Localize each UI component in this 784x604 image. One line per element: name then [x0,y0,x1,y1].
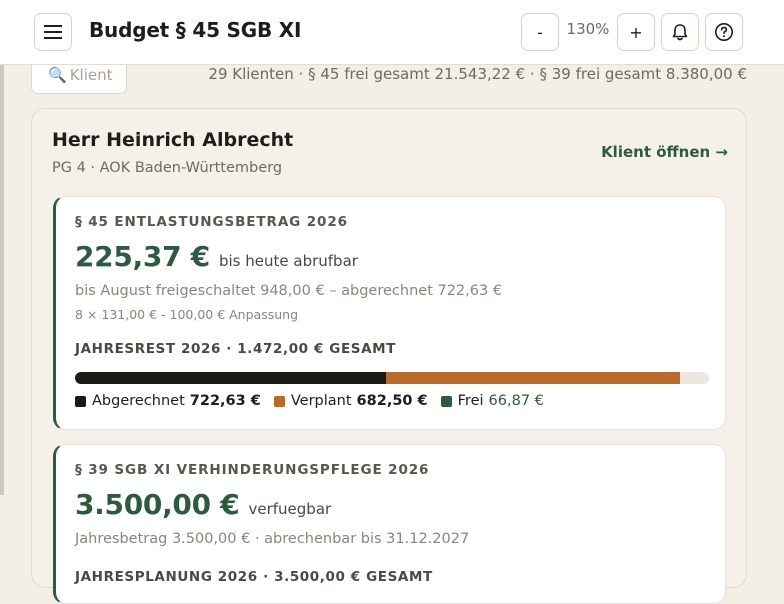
sidebar-edge [0,65,4,495]
legend-swatch [440,395,452,407]
legend-swatch [75,395,86,407]
legend-value: 722,63 € [189,393,261,409]
budget-39-year-plan: JAHRESPLANUNG 2026 · 3.500,00 € GESAMT [75,569,433,585]
bar-segment-abgerechnet [75,372,387,384]
budget-45-formula: 8 × 131,00 € - 100,00 € Anpassung [75,307,299,322]
help-button[interactable] [705,13,743,51]
budget-39-amount-note: verfuegbar [248,500,332,518]
budget-45-amount: 225,37 € [75,240,210,273]
legend-item-abgerechnet: Abgerechnet 722,63 € [75,393,261,409]
legend-value: 66,87 € [488,393,544,409]
legend-label: Frei [457,393,484,409]
bell-icon [672,23,688,40]
zoom-level: 130% [566,20,610,38]
summary-text: 29 Klienten · § 45 frei gesamt 21.543,22… [208,65,747,83]
page-title: Budget § 45 SGB XI [89,18,302,42]
budget-45-progress-bar [75,372,709,384]
legend-item-verplant: Verplant 682,50 € [273,393,428,409]
budget-39-heading: § 39 SGB XI VERHINDERUNGSPFLEGE 2026 [75,462,430,478]
zoom-in-button[interactable]: + [617,13,655,51]
bar-segment-verplant [386,372,681,384]
legend-label: Abgerechnet [92,393,185,409]
budget-45-year-rest: JAHRESREST 2026 · 1.472,00 € GESAMT [75,341,396,357]
zoom-out-button[interactable]: - [521,13,559,51]
client-name: Herr Heinrich Albrecht [52,129,294,151]
budget-39-amount-line: 3.500,00 € verfuegbar [75,488,331,521]
budget-45-amount-line: 225,37 € bis heute abrufbar [75,240,358,273]
budget-45-heading: § 45 ENTLASTUNGSBETRAG 2026 [75,214,348,230]
budget-45-legend: Abgerechnet 722,63 € Verplant 682,50 € Frei 6… [75,393,557,409]
open-client-link[interactable]: Klient öffnen → [601,143,728,161]
top-bar: Budget § 45 SGB XI - 130% + [0,0,784,65]
help-icon [715,23,733,41]
budget-45-amount-note: bis heute abrufbar [218,252,358,270]
legend-label: Verplant [290,393,352,409]
bar-segment-frei [680,372,709,384]
budget-39-amount: 3.500,00 € [75,488,240,521]
budget-45-card: § 45 ENTLASTUNGSBETRAG 2026 225,37 € bis… [53,196,726,430]
budget-39-card: § 39 SGB XI VERHINDERUNGSPFLEGE 2026 3.5… [53,444,726,604]
legend-value: 682,50 € [356,393,428,409]
menu-button[interactable] [34,13,72,51]
budget-45-subtext: bis August freigeschaltet 948,00 € – abg… [75,283,503,299]
budget-39-subtext: Jahresbetrag 3.500,00 € · abrechenbar bi… [75,531,470,547]
legend-swatch [273,395,285,407]
client-card: Herr Heinrich Albrecht PG 4 · AOK Baden-… [31,108,747,604]
client-meta: PG 4 · AOK Baden-Württemberg [52,160,283,176]
legend-item-frei: Frei 66,87 € [440,393,544,409]
search-icon: 🔍 [48,66,67,84]
search-input[interactable] [69,66,115,84]
notifications-button[interactable] [661,13,699,51]
hamburger-icon [44,25,62,39]
